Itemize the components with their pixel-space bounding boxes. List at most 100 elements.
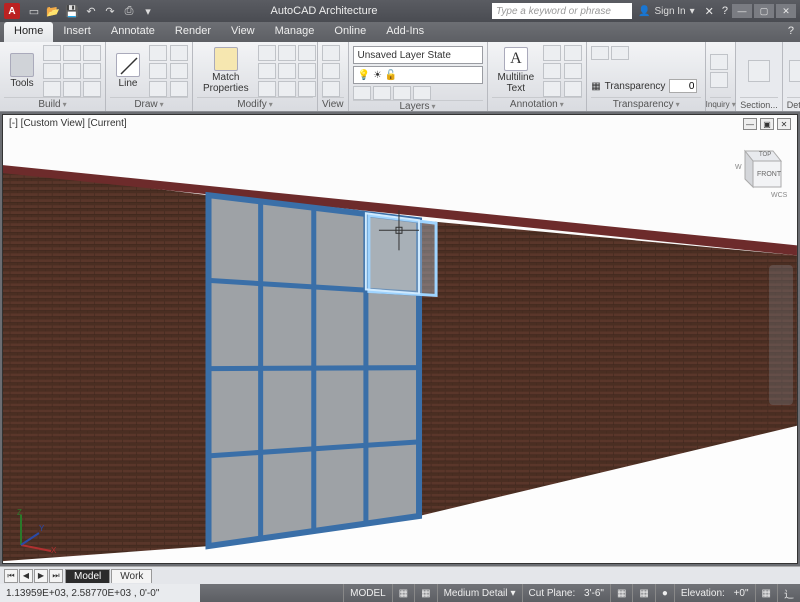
draw-btn[interactable] bbox=[149, 63, 167, 79]
inquiry-btn[interactable] bbox=[710, 72, 728, 88]
close-button[interactable]: ✕ bbox=[776, 4, 796, 18]
viewport-3d[interactable]: [-] [Custom View] [Current] — ▣ ✕ bbox=[2, 114, 798, 564]
qat-open-icon[interactable]: 📂 bbox=[45, 3, 61, 19]
coordinate-readout[interactable]: 1.13959E+03, 2.58770E+03 , 0'-0" bbox=[0, 584, 200, 602]
tab-annotate[interactable]: Annotate bbox=[101, 22, 165, 42]
cut-plane-field[interactable]: Cut Plane: 3'-6" bbox=[522, 584, 610, 602]
panel-arrow-icon[interactable]: ▾ bbox=[160, 100, 164, 109]
section-btn[interactable] bbox=[748, 60, 770, 82]
view-btn[interactable] bbox=[322, 81, 340, 97]
tab-next-icon[interactable]: ▶ bbox=[34, 569, 48, 583]
status-toggle[interactable]: ▦ bbox=[632, 584, 654, 602]
build-btn[interactable] bbox=[63, 81, 81, 97]
build-btn[interactable] bbox=[63, 63, 81, 79]
trans-btn[interactable] bbox=[591, 46, 609, 60]
qat-redo-icon[interactable]: ↷ bbox=[102, 3, 118, 19]
tab-first-icon[interactable]: ⏮ bbox=[4, 569, 18, 583]
modify-btn[interactable] bbox=[278, 63, 296, 79]
layer-state-dropdown[interactable]: Unsaved Layer State bbox=[353, 46, 483, 64]
detail-level-dropdown[interactable]: Medium Detail ▾ bbox=[437, 584, 522, 602]
tab-home[interactable]: Home bbox=[4, 22, 53, 42]
modify-btn[interactable] bbox=[298, 63, 316, 79]
draw-btn[interactable] bbox=[149, 45, 167, 61]
build-btn[interactable] bbox=[43, 63, 61, 79]
modify-btn[interactable] bbox=[278, 45, 296, 61]
build-btn[interactable] bbox=[83, 81, 101, 97]
details-btn[interactable] bbox=[789, 60, 800, 82]
multiline-text-button[interactable]: AMultiline Text bbox=[492, 45, 541, 96]
elevation-field[interactable]: Elevation: +0" bbox=[674, 584, 755, 602]
signin-button[interactable]: 👤 Sign In ▾ bbox=[638, 6, 695, 17]
build-btn[interactable] bbox=[83, 45, 101, 61]
tab-manage[interactable]: Manage bbox=[265, 22, 325, 42]
anno-btn[interactable] bbox=[564, 45, 582, 61]
inquiry-btn[interactable] bbox=[710, 54, 728, 70]
transparency-input[interactable] bbox=[669, 79, 697, 93]
draw-btn[interactable] bbox=[170, 45, 188, 61]
help-search-input[interactable]: Type a keyword or phrase bbox=[492, 3, 632, 19]
anno-btn[interactable] bbox=[543, 45, 561, 61]
navigation-bar[interactable] bbox=[769, 265, 793, 405]
status-model[interactable]: MODEL bbox=[343, 584, 392, 602]
panel-arrow-icon[interactable]: ▾ bbox=[432, 102, 436, 111]
modify-btn[interactable] bbox=[258, 81, 276, 97]
modify-btn[interactable] bbox=[278, 81, 296, 97]
qat-more-icon[interactable]: ▾ bbox=[140, 3, 156, 19]
anno-btn[interactable] bbox=[543, 81, 561, 97]
layer-btn[interactable] bbox=[353, 86, 371, 100]
tab-render[interactable]: Render bbox=[165, 22, 221, 42]
view-btn[interactable] bbox=[322, 63, 340, 79]
status-toggle[interactable]: ▦ bbox=[755, 584, 777, 602]
ribbon-help-icon[interactable]: ? bbox=[782, 22, 800, 42]
anno-btn[interactable] bbox=[543, 63, 561, 79]
draw-btn[interactable] bbox=[170, 63, 188, 79]
layer-dropdown[interactable]: 💡☀🔓 bbox=[353, 66, 483, 84]
status-toggle[interactable]: ▦ bbox=[414, 584, 436, 602]
panel-arrow-icon[interactable]: ▾ bbox=[560, 100, 564, 109]
anno-btn[interactable] bbox=[564, 63, 582, 79]
trans-btn[interactable] bbox=[611, 46, 629, 60]
build-btn[interactable] bbox=[63, 45, 81, 61]
status-toggle[interactable]: ▦ bbox=[610, 584, 632, 602]
panel-arrow-icon[interactable]: ▾ bbox=[63, 100, 67, 109]
tab-view[interactable]: View bbox=[221, 22, 265, 42]
qat-new-icon[interactable]: ▭ bbox=[26, 3, 42, 19]
panel-arrow-icon[interactable]: ▾ bbox=[676, 100, 680, 109]
tab-insert[interactable]: Insert bbox=[53, 22, 101, 42]
tab-work[interactable]: Work bbox=[111, 569, 152, 583]
help-icon[interactable]: ? bbox=[722, 5, 728, 17]
exchange-icon[interactable]: ✕ bbox=[705, 5, 714, 18]
replay-icon[interactable]: ● bbox=[655, 584, 674, 602]
modify-btn[interactable] bbox=[298, 45, 316, 61]
tab-prev-icon[interactable]: ◀ bbox=[19, 569, 33, 583]
panel-arrow-icon[interactable]: ▾ bbox=[269, 100, 273, 109]
status-toggle[interactable]: ⻌ bbox=[777, 584, 800, 602]
view-btn[interactable] bbox=[322, 45, 340, 61]
match-properties-button[interactable]: Match Properties bbox=[197, 45, 255, 96]
panel-arrow-icon[interactable]: ▾ bbox=[732, 100, 736, 109]
layer-btn[interactable] bbox=[413, 86, 431, 100]
draw-btn[interactable] bbox=[170, 81, 188, 97]
tools-button[interactable]: Tools bbox=[4, 51, 40, 91]
viewcube[interactable]: TOP FRONT W WCS ▾ bbox=[727, 139, 787, 199]
modify-btn[interactable] bbox=[258, 63, 276, 79]
line-button[interactable]: Line bbox=[110, 51, 146, 91]
qat-print-icon[interactable]: ⎙ bbox=[121, 3, 137, 19]
build-btn[interactable] bbox=[43, 81, 61, 97]
modify-btn[interactable] bbox=[298, 81, 316, 97]
app-logo[interactable]: A bbox=[4, 3, 20, 19]
tab-addins[interactable]: Add-Ins bbox=[376, 22, 434, 42]
draw-btn[interactable] bbox=[149, 81, 167, 97]
minimize-button[interactable]: — bbox=[732, 4, 752, 18]
qat-save-icon[interactable]: 💾 bbox=[64, 3, 80, 19]
build-btn[interactable] bbox=[83, 63, 101, 79]
tab-model[interactable]: Model bbox=[65, 569, 110, 583]
qat-undo-icon[interactable]: ↶ bbox=[83, 3, 99, 19]
build-btn[interactable] bbox=[43, 45, 61, 61]
layer-btn[interactable] bbox=[393, 86, 411, 100]
maximize-button[interactable]: ▢ bbox=[754, 4, 774, 18]
layer-btn[interactable] bbox=[373, 86, 391, 100]
tab-last-icon[interactable]: ⏭ bbox=[49, 569, 63, 583]
tab-online[interactable]: Online bbox=[324, 22, 376, 42]
status-toggle[interactable]: ▦ bbox=[392, 584, 414, 602]
